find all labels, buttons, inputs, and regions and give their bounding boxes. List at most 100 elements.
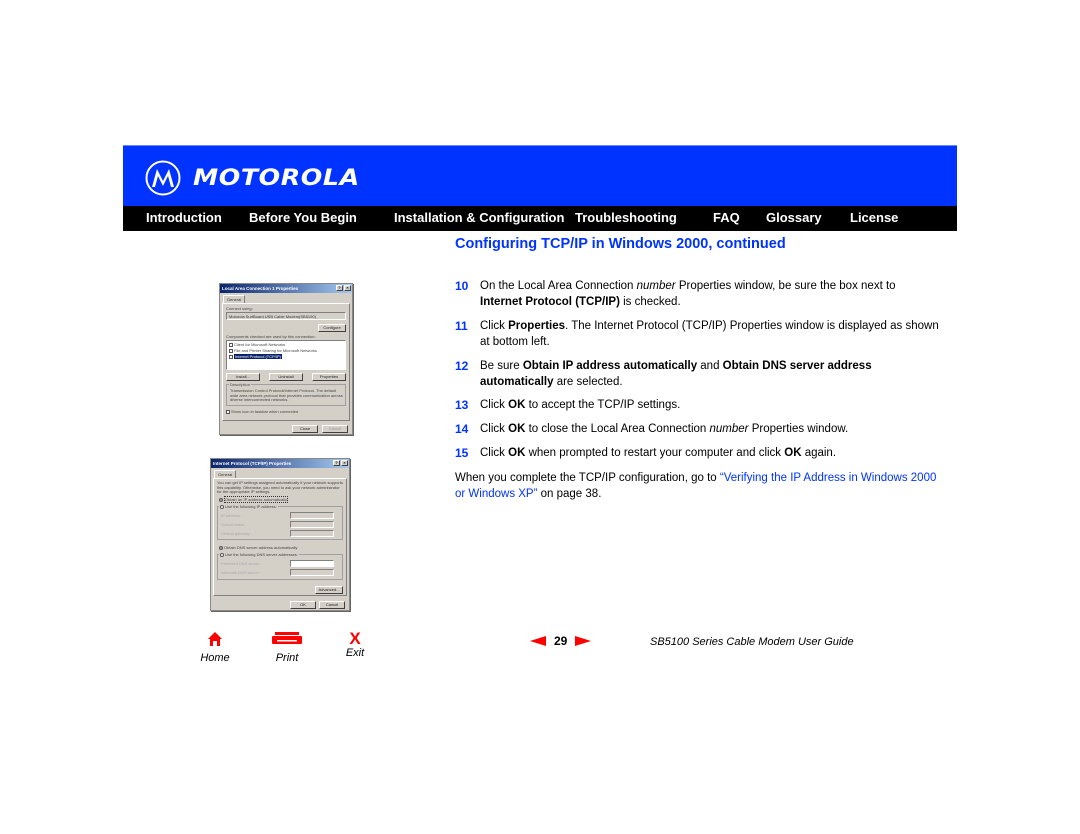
text-run: are selected. xyxy=(553,375,623,388)
step-15: 15 Click OK when prompted to restart you… xyxy=(455,446,945,462)
page-title: Configuring TCP/IP in Windows 2000, cont… xyxy=(455,236,786,252)
step-number: 15 xyxy=(455,446,469,460)
checkbox-checked-icon xyxy=(229,342,233,347)
obtain-ip-option: Obtain an IP address automatically xyxy=(219,496,288,503)
brand-name: MOTOROLA xyxy=(193,165,360,191)
components-label: Components checked are used by this conn… xyxy=(226,334,316,339)
text-run: to accept the TCP/IP settings. xyxy=(525,399,681,411)
emphasis-bold: OK xyxy=(508,447,526,459)
emphasis-bold: Obtain IP address automatically xyxy=(522,360,698,372)
step-number: 12 xyxy=(455,359,469,373)
step-text: Click OK when prompted to restart your c… xyxy=(480,446,940,462)
description-label: Description xyxy=(229,382,252,387)
configure-button: Configure xyxy=(318,324,346,332)
tab-general: General xyxy=(214,470,237,478)
printer-icon xyxy=(272,632,302,644)
alternate-dns-label: Alternate DNS server: xyxy=(221,570,260,575)
step-13: 13 Click OK to accept the TCP/IP setting… xyxy=(455,398,945,414)
tab-general: General xyxy=(223,295,246,303)
step-number: 14 xyxy=(455,422,469,436)
motorola-logo[interactable]: MOTOROLA xyxy=(145,160,359,196)
text-run: Click xyxy=(480,399,509,411)
exit-x-icon: X xyxy=(349,629,361,648)
text-run: Click xyxy=(480,320,509,332)
header: MOTOROLA Introduction Before You Begin I… xyxy=(123,145,957,231)
motorola-batwing-icon xyxy=(145,160,181,196)
nav-before-you-begin[interactable]: Before You Begin xyxy=(249,210,357,225)
nav-bar: Introduction Before You Begin Installati… xyxy=(123,206,957,231)
step-11: 11 Click Properties. The Internet Protoc… xyxy=(455,319,945,351)
guide-title: SB5100 Series Cable Modem User Guide xyxy=(650,636,854,648)
print-button[interactable]: Print xyxy=(270,631,304,664)
step-10: 10 On the Local Area Connection number P… xyxy=(455,279,945,311)
exit-button[interactable]: X Exit xyxy=(338,630,372,659)
step-12: 12 Be sure Obtain IP address automatical… xyxy=(455,359,945,391)
subnet-mask-field xyxy=(290,521,334,528)
closing-suffix: on page 38. xyxy=(537,487,602,500)
lan-properties-dialog-screenshot: Local Area Connection 1 Properties ? × G… xyxy=(219,283,353,435)
closing-prefix: When you complete the TCP/IP configurati… xyxy=(455,472,720,484)
ip-address-field xyxy=(290,512,334,519)
dialog-title: Local Area Connection 1 Properties xyxy=(222,286,299,291)
home-label: Home xyxy=(200,652,230,664)
emphasis-italic: number xyxy=(709,423,749,435)
nav-license[interactable]: License xyxy=(850,210,898,225)
step-text: Click Properties. The Internet Protocol … xyxy=(480,319,940,350)
use-dns-option: Use the following DNS server addresses: xyxy=(219,552,299,557)
nav-installation-configuration[interactable]: Installation & Configuration xyxy=(394,210,564,225)
emphasis-bold: OK xyxy=(508,423,526,435)
checkbox-checked-icon xyxy=(229,354,233,359)
home-button[interactable]: Home xyxy=(198,631,232,664)
emphasis-bold: Internet Protocol (TCP/IP) xyxy=(480,295,620,308)
gateway-field xyxy=(290,530,334,537)
preferred-dns-label: Preferred DNS server: xyxy=(221,561,261,566)
text-run: to close the Local Area Connection xyxy=(525,423,710,435)
next-page-arrow-icon[interactable] xyxy=(575,636,592,646)
step-number: 13 xyxy=(455,398,469,412)
adapter-field: Motorola SurfBoard USB Cable Modem(SB510… xyxy=(226,312,346,320)
static-ip-group: Use the following IP address: IP address… xyxy=(217,504,343,540)
text-run: Be sure xyxy=(480,360,523,372)
nav-glossary[interactable]: Glossary xyxy=(766,210,822,225)
step-number: 10 xyxy=(455,279,469,293)
text-run: is checked. xyxy=(619,295,681,308)
radio-selected-icon xyxy=(219,545,223,550)
pager: 29 xyxy=(530,634,592,648)
use-ip-option: Use the following IP address: xyxy=(219,504,278,509)
component-item: File and Printer Sharing for Microsoft N… xyxy=(229,348,317,353)
text-run: Properties window, be sure the box next … xyxy=(675,280,896,292)
text-run: On the Local Area Connection xyxy=(480,280,637,292)
radio-selected-icon xyxy=(219,497,223,502)
ip-address-label: IP address: xyxy=(221,513,242,518)
nav-faq[interactable]: FAQ xyxy=(713,210,740,225)
static-dns-group: Use the following DNS server addresses: … xyxy=(217,552,343,580)
step-number: 11 xyxy=(455,319,468,333)
text-run: Click xyxy=(480,447,509,459)
show-icon-option: Show icon in taskbar when connected xyxy=(226,409,298,414)
step-text: Click OK to accept the TCP/IP settings. xyxy=(480,398,940,414)
nav-introduction[interactable]: Introduction xyxy=(146,210,222,225)
components-list: Client for Microsoft Networks File and P… xyxy=(226,340,346,370)
close-button: Close xyxy=(292,425,318,433)
home-icon xyxy=(208,632,222,646)
uninstall-button: Uninstall xyxy=(269,373,303,381)
text-run: and xyxy=(697,360,723,372)
help-icon: ? xyxy=(336,285,343,291)
emphasis-bold: OK xyxy=(508,399,526,411)
emphasis-bold: OK xyxy=(784,447,802,459)
step-14: 14 Click OK to close the Local Area Conn… xyxy=(455,422,945,438)
subnet-mask-label: Subnet mask: xyxy=(221,522,246,527)
radio-icon xyxy=(220,504,224,509)
text-run: Properties window. xyxy=(748,423,849,435)
step-text: Be sure Obtain IP address automatically … xyxy=(480,359,940,390)
preferred-dns-field xyxy=(290,560,334,567)
description-group: Description Transmission Control Protoco… xyxy=(226,382,346,406)
gateway-label: Default gateway: xyxy=(221,531,251,536)
nav-troubleshooting[interactable]: Troubleshooting xyxy=(575,210,677,225)
page-number: 29 xyxy=(554,634,568,648)
step-text: Click OK to close the Local Area Connect… xyxy=(480,422,940,438)
text-run: when prompted to restart your computer a… xyxy=(525,447,785,459)
component-item: Client for Microsoft Networks xyxy=(229,342,285,347)
closing-paragraph: When you complete the TCP/IP configurati… xyxy=(455,471,945,502)
previous-page-arrow-icon[interactable] xyxy=(530,636,546,646)
